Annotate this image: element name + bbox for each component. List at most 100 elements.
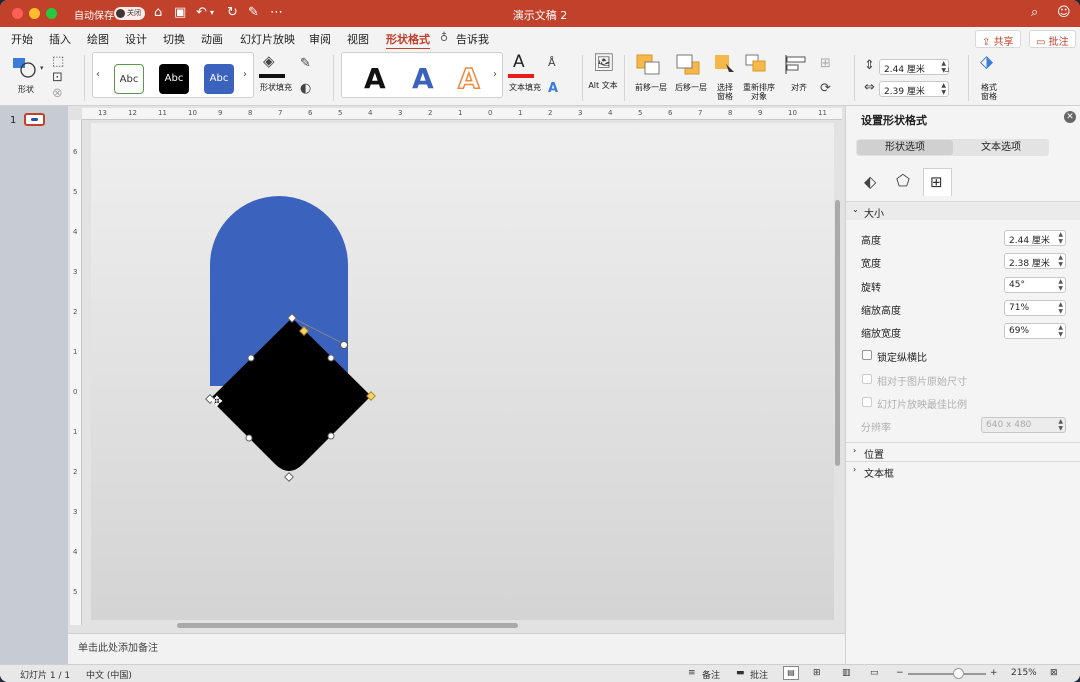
zoom-out-icon[interactable]: −	[896, 668, 904, 678]
textbox-section-header[interactable]: › 文本框	[846, 461, 1080, 480]
resolution-select[interactable]: 640 x 480 ▲ ▼	[981, 417, 1066, 433]
effects-pentagon-icon[interactable]: ⬠	[896, 173, 910, 189]
group-icon[interactable]: ⊞	[820, 57, 831, 71]
close-pane-icon[interactable]: ✕	[1064, 111, 1076, 123]
tab-draw[interactable]: 绘图	[87, 31, 109, 47]
tab-transitions[interactable]: 切换	[163, 31, 185, 47]
format-pane-button[interactable]: ⬗ 格式窗格	[974, 53, 1004, 102]
chevron-down-icon[interactable]: ▾	[40, 61, 44, 75]
stepper-icon[interactable]: ▲ ▼	[1058, 278, 1063, 292]
position-section-header[interactable]: › 位置	[846, 442, 1080, 461]
tab-text-options[interactable]: 文本选项	[953, 140, 1049, 155]
powerpoint-window: 自动保存 关闭 ⌂ ▣ ↶ ▾ ↻ ✎ ⋯ 演示文稿 2 ⌕ ☺ 开始 插入 绘…	[0, 0, 1080, 682]
notes-toggle[interactable]: 备注	[702, 668, 720, 681]
notes-area[interactable]: 单击此处添加备注	[68, 633, 845, 664]
wordart-next-icon[interactable]: ›	[493, 68, 497, 82]
tab-design[interactable]: 设计	[125, 31, 147, 47]
gallery-next-icon[interactable]: ›	[243, 68, 247, 82]
text-box-icon[interactable]: ⊡	[52, 71, 63, 85]
pane-height-input[interactable]: 2.44 厘米 ▲ ▼	[1004, 230, 1066, 246]
lock-aspect-checkbox[interactable]	[862, 350, 872, 360]
resize-handle[interactable]	[284, 472, 294, 482]
stepper-icon[interactable]: ▲ ▼	[1058, 231, 1063, 245]
paint-bucket-icon: ◈	[263, 52, 275, 70]
share-button[interactable]: ⇪ 共享	[975, 30, 1021, 48]
gallery-prev-icon[interactable]: ‹	[96, 68, 100, 82]
fill-line-icon[interactable]: ⬖	[864, 174, 876, 190]
style-black[interactable]: Abc	[159, 64, 189, 94]
horizontal-scrollbar[interactable]	[177, 623, 518, 628]
normal-view-icon[interactable]: ▤	[783, 666, 799, 680]
tab-slideshow[interactable]: 幻灯片放映	[240, 31, 295, 47]
slide-info: 幻灯片 1 / 1	[20, 671, 71, 681]
width-input[interactable]: 2.39 厘米 ▲ ▼	[879, 81, 949, 97]
text-outline-icon[interactable]: Å	[548, 56, 556, 70]
tab-view[interactable]: 视图	[347, 31, 369, 47]
resize-handle[interactable]	[327, 354, 335, 362]
zoom-slider-thumb[interactable]	[953, 668, 964, 679]
stepper-icon[interactable]: ▲ ▼	[1058, 324, 1063, 338]
edit-shape-icon[interactable]: ⬚	[52, 55, 64, 69]
tab-shape-format[interactable]: 形状格式	[386, 31, 430, 50]
merge-shapes-icon[interactable]: ⊗	[52, 87, 63, 101]
width-stepper-icon[interactable]: ▲ ▼	[941, 82, 946, 96]
bring-forward-button[interactable]: 前移一层	[632, 53, 670, 99]
search-icon[interactable]: ⌕	[1031, 5, 1038, 21]
scale-width-input[interactable]: 69% ▲ ▼	[1004, 323, 1066, 339]
shape-effects-icon[interactable]: ◐	[300, 82, 311, 96]
text-effects-icon[interactable]: A	[548, 82, 558, 96]
tell-me[interactable]: 告诉我	[456, 31, 489, 47]
rotation-input[interactable]: 45° ▲ ▼	[1004, 277, 1066, 293]
comments-toggle[interactable]: 批注	[750, 668, 768, 681]
tab-home[interactable]: 开始	[11, 31, 33, 47]
wordart-style-orange[interactable]: A	[457, 61, 480, 96]
reorder-objects-button[interactable]: 重新排序对象	[742, 53, 776, 101]
wordart-style-black[interactable]: A	[364, 62, 386, 96]
lightbulb-icon: ♁	[440, 31, 449, 44]
style-blue[interactable]: Abc	[204, 64, 234, 94]
tab-review[interactable]: 审阅	[309, 31, 331, 47]
tab-animations[interactable]: 动画	[201, 31, 223, 47]
slideshow-icon[interactable]: ▭	[870, 668, 879, 678]
fit-slide-icon[interactable]: ⊠	[1050, 668, 1058, 678]
alt-text-button[interactable]: 🖼 Alt 文本	[588, 53, 618, 99]
scale-height-input[interactable]: 71% ▲ ▼	[1004, 300, 1066, 316]
zoom-in-icon[interactable]: +	[990, 668, 998, 678]
language[interactable]: 中文 (中国)	[86, 668, 132, 681]
shape-fill-button[interactable]: ◈ 形状填充	[258, 52, 294, 96]
rotation-handle[interactable]	[340, 341, 348, 349]
comments-button[interactable]: ▭ 批注	[1029, 30, 1076, 48]
relative-original-checkbox[interactable]	[862, 374, 872, 384]
align-button[interactable]: 对齐	[782, 53, 816, 99]
slide-canvas[interactable]: ✥	[91, 123, 834, 620]
best-scale-checkbox[interactable]	[862, 397, 872, 407]
resize-handle[interactable]	[245, 434, 253, 442]
tab-insert[interactable]: 插入	[49, 31, 71, 47]
stepper-icon[interactable]: ▲ ▼	[1058, 254, 1063, 268]
send-backward-button[interactable]: 后移一层	[672, 53, 710, 99]
size-section-header[interactable]: ⌄ 大小	[846, 201, 1080, 220]
size-dialog-icon[interactable]: ⌟	[944, 61, 950, 75]
text-fill-button[interactable]: A 文本填充	[507, 52, 543, 96]
rotate-icon[interactable]: ⟳	[820, 82, 831, 96]
height-input[interactable]: 2.44 厘米 ▲ ▼	[879, 59, 949, 75]
slide-thumbnail[interactable]	[24, 113, 45, 126]
account-icon[interactable]: ☺	[1057, 5, 1071, 21]
size-properties-tab[interactable]: ⊞	[923, 168, 952, 196]
slide-sorter-icon[interactable]: ⊞	[813, 668, 821, 678]
pane-width-input[interactable]: 2.38 厘米 ▲ ▼	[1004, 253, 1066, 269]
style-outline[interactable]: Abc	[114, 64, 144, 94]
selection-pane-button[interactable]: 选择窗格	[712, 53, 738, 101]
shapes-button[interactable]: 形状	[10, 55, 42, 95]
stepper-icon[interactable]: ▲ ▼	[1058, 418, 1063, 432]
resize-handle[interactable]	[247, 354, 255, 362]
zoom-level[interactable]: 215%	[1011, 668, 1037, 678]
resize-handle[interactable]	[327, 432, 335, 440]
wordart-style-blue[interactable]: A	[412, 62, 434, 96]
vertical-scrollbar[interactable]	[835, 200, 840, 466]
tab-shape-options[interactable]: 形状选项	[857, 140, 953, 155]
stepper-icon[interactable]: ▲ ▼	[1058, 301, 1063, 315]
reading-view-icon[interactable]: ▥	[842, 668, 851, 678]
zoom-slider[interactable]	[908, 673, 986, 675]
pen-icon[interactable]: ✎	[300, 57, 311, 71]
